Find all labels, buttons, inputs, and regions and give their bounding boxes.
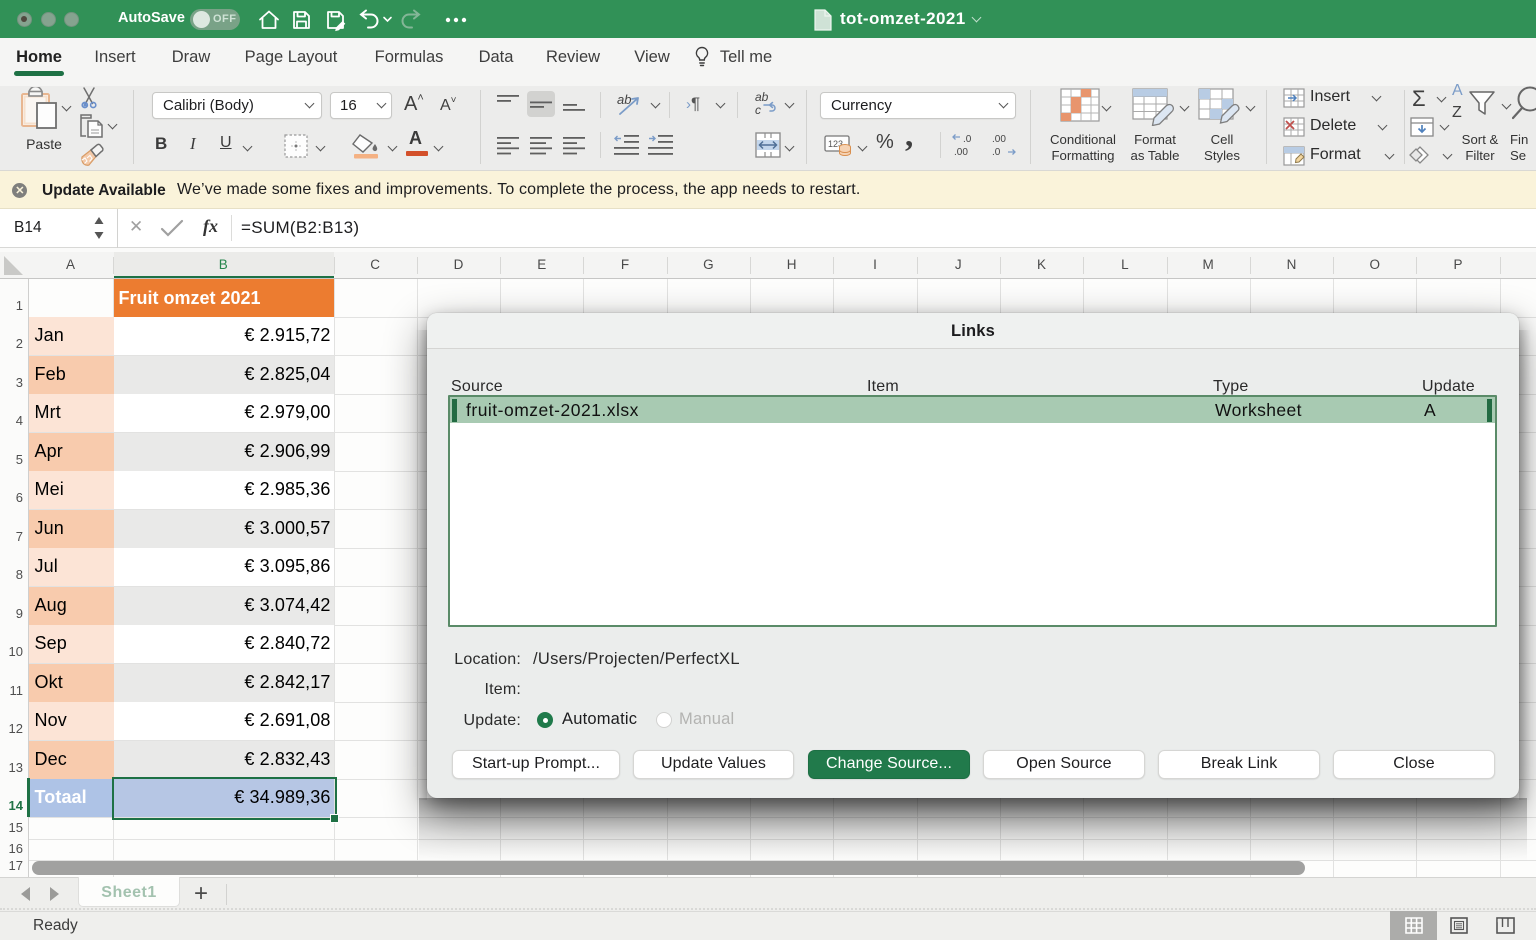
svg-text:.00: .00 [954, 147, 968, 158]
svg-text:.00: .00 [992, 134, 1006, 145]
svg-text:.0: .0 [963, 134, 972, 145]
svg-text:.0: .0 [992, 147, 1001, 158]
svg-text:ab: ab [755, 90, 769, 104]
svg-text:c: c [755, 103, 761, 117]
